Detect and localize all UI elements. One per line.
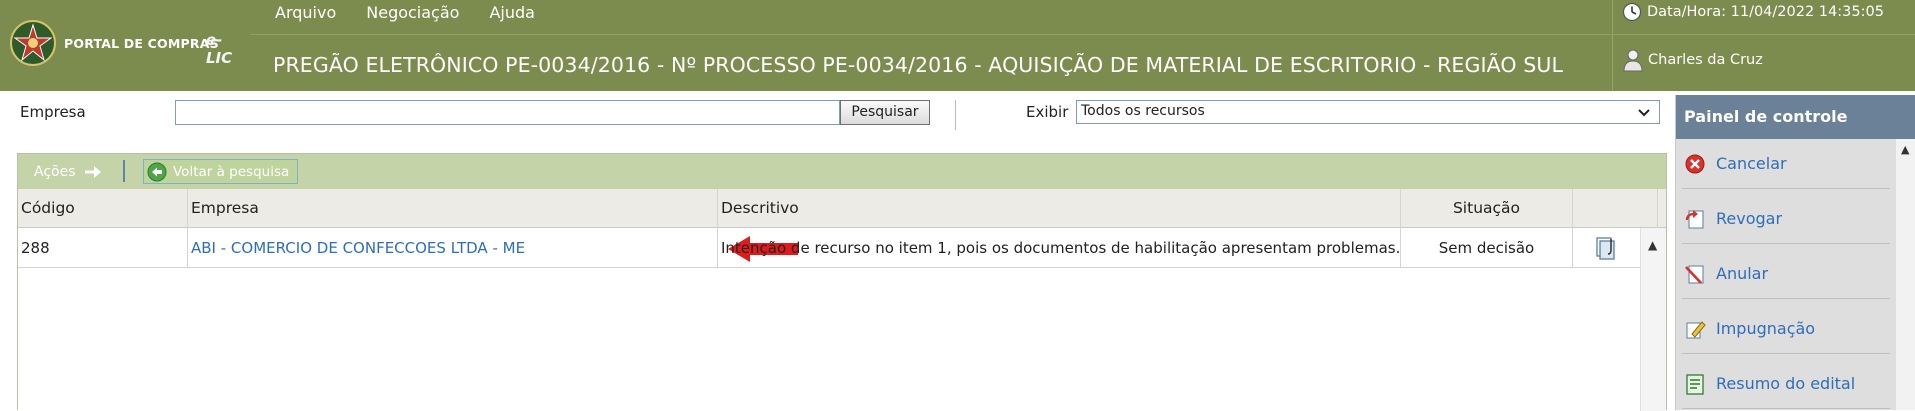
col-situacao[interactable]: Situação — [1401, 189, 1573, 228]
panel-label-revogar: Revogar — [1716, 209, 1783, 228]
annul-icon — [1685, 265, 1704, 284]
portal-logo[interactable]: PORTAL DE COMPRAS e-LIC — [6, 16, 246, 72]
main-menu: Arquivo Negociação Ajuda — [275, 3, 535, 27]
user-icon — [1623, 49, 1643, 72]
col-codigo[interactable]: Código — [18, 189, 188, 228]
panel-title: Painel de controle — [1676, 95, 1915, 139]
cell-document[interactable] — [1573, 228, 1640, 268]
state-seal-icon — [10, 20, 56, 66]
control-panel: Painel de controle Cancelar Revogar Anul… — [1675, 95, 1915, 410]
cell-descritivo: Intenção de recurso no item 1, pois os d… — [718, 228, 1401, 268]
user-info[interactable]: Charles da Cruz — [1622, 48, 1763, 72]
panel-item-revogar[interactable]: Revogar — [1682, 194, 1890, 244]
clock-icon — [1622, 2, 1642, 22]
document-attachment-icon[interactable] — [1594, 236, 1620, 260]
grid-scrollbar[interactable]: ▲ — [1640, 228, 1666, 411]
voltar-pesquisa-button[interactable]: Voltar à pesquisa — [143, 159, 299, 184]
menu-ajuda[interactable]: Ajuda — [489, 3, 535, 27]
cancel-icon — [1685, 154, 1705, 173]
col-empresa[interactable]: Empresa — [188, 189, 718, 228]
revoke-icon — [1685, 209, 1704, 228]
panel-scrollbar[interactable]: ▲ — [1896, 139, 1915, 410]
exibir-label: Exibir — [1026, 103, 1069, 121]
table-row[interactable]: 288 ABI - COMERCIO DE CONFECCOES LTDA - … — [18, 228, 1640, 268]
title-separator — [250, 34, 1915, 35]
page-title: PREGÃO ELETRÔNICO PE-0034/2016 - Nº PROC… — [273, 53, 1563, 77]
arrow-right-icon — [84, 166, 101, 178]
table-header: Código Empresa Descritivo Situação — [18, 189, 1666, 228]
exibir-selected-value: Todos os recursos — [1081, 103, 1205, 119]
elic-label: e-LIC — [206, 31, 233, 67]
datetime-text: Data/Hora: 11/04/2022 14:35:05 — [1647, 4, 1884, 20]
panel-item-anular[interactable]: Anular — [1682, 249, 1890, 299]
header-divider — [1612, 0, 1613, 91]
voltar-label: Voltar à pesquisa — [173, 163, 290, 180]
panel-scroll-up-icon[interactable]: ▲ — [1901, 143, 1909, 156]
panel-item-resumo-edital[interactable]: Resumo do edital — [1682, 359, 1890, 409]
top-header: PORTAL DE COMPRAS e-LIC Arquivo Negociaç… — [0, 0, 1915, 91]
empresa-search-input[interactable] — [175, 100, 840, 125]
pesquisar-button[interactable]: Pesquisar — [840, 100, 930, 125]
acoes-menu[interactable]: Ações — [34, 164, 102, 180]
menu-arquivo[interactable]: Arquivo — [275, 3, 336, 27]
cell-codigo: 288 — [18, 228, 188, 268]
summary-document-icon — [1686, 373, 1704, 395]
col-actions — [1573, 189, 1658, 228]
empresa-label: Empresa — [20, 103, 86, 121]
toolbar-divider — [123, 160, 125, 182]
back-arrow-icon — [147, 162, 167, 181]
recursos-grid: Ações Voltar à pesquisa Código Empresa D… — [17, 153, 1667, 411]
empresa-link-text[interactable]: ABI - COMERCIO DE CONFECCOES LTDA - ME — [191, 239, 525, 257]
portal-title: PORTAL DE COMPRAS — [64, 36, 219, 51]
datetime-display: Data/Hora: 11/04/2022 14:35:05 — [1622, 2, 1884, 22]
panel-item-impugnacao[interactable]: Impugnação — [1682, 304, 1890, 354]
acoes-label: Ações — [34, 164, 76, 180]
search-bar: Empresa Pesquisar Exibir Todos os recurs… — [0, 91, 1670, 151]
panel-item-cancelar[interactable]: Cancelar — [1682, 139, 1890, 189]
cell-empresa-link[interactable]: ABI - COMERCIO DE CONFECCOES LTDA - ME — [188, 228, 798, 268]
chevron-down-icon — [1638, 109, 1650, 117]
panel-label-anular: Anular — [1716, 264, 1769, 283]
panel-label-impugnacao: Impugnação — [1716, 319, 1816, 338]
search-divider — [955, 100, 956, 130]
cell-situacao: Sem decisão — [1401, 228, 1573, 268]
exibir-select[interactable]: Todos os recursos — [1076, 100, 1660, 124]
grid-toolbar: Ações Voltar à pesquisa — [18, 154, 1666, 189]
col-descritivo[interactable]: Descritivo — [718, 189, 1401, 228]
panel-label-cancelar: Cancelar — [1716, 154, 1787, 173]
scroll-up-icon[interactable]: ▲ — [1648, 238, 1657, 252]
pencil-document-icon — [1686, 320, 1706, 338]
panel-label-resumo-edital: Resumo do edital — [1716, 374, 1856, 393]
menu-negociacao[interactable]: Negociação — [366, 3, 459, 27]
user-name: Charles da Cruz — [1648, 52, 1763, 68]
